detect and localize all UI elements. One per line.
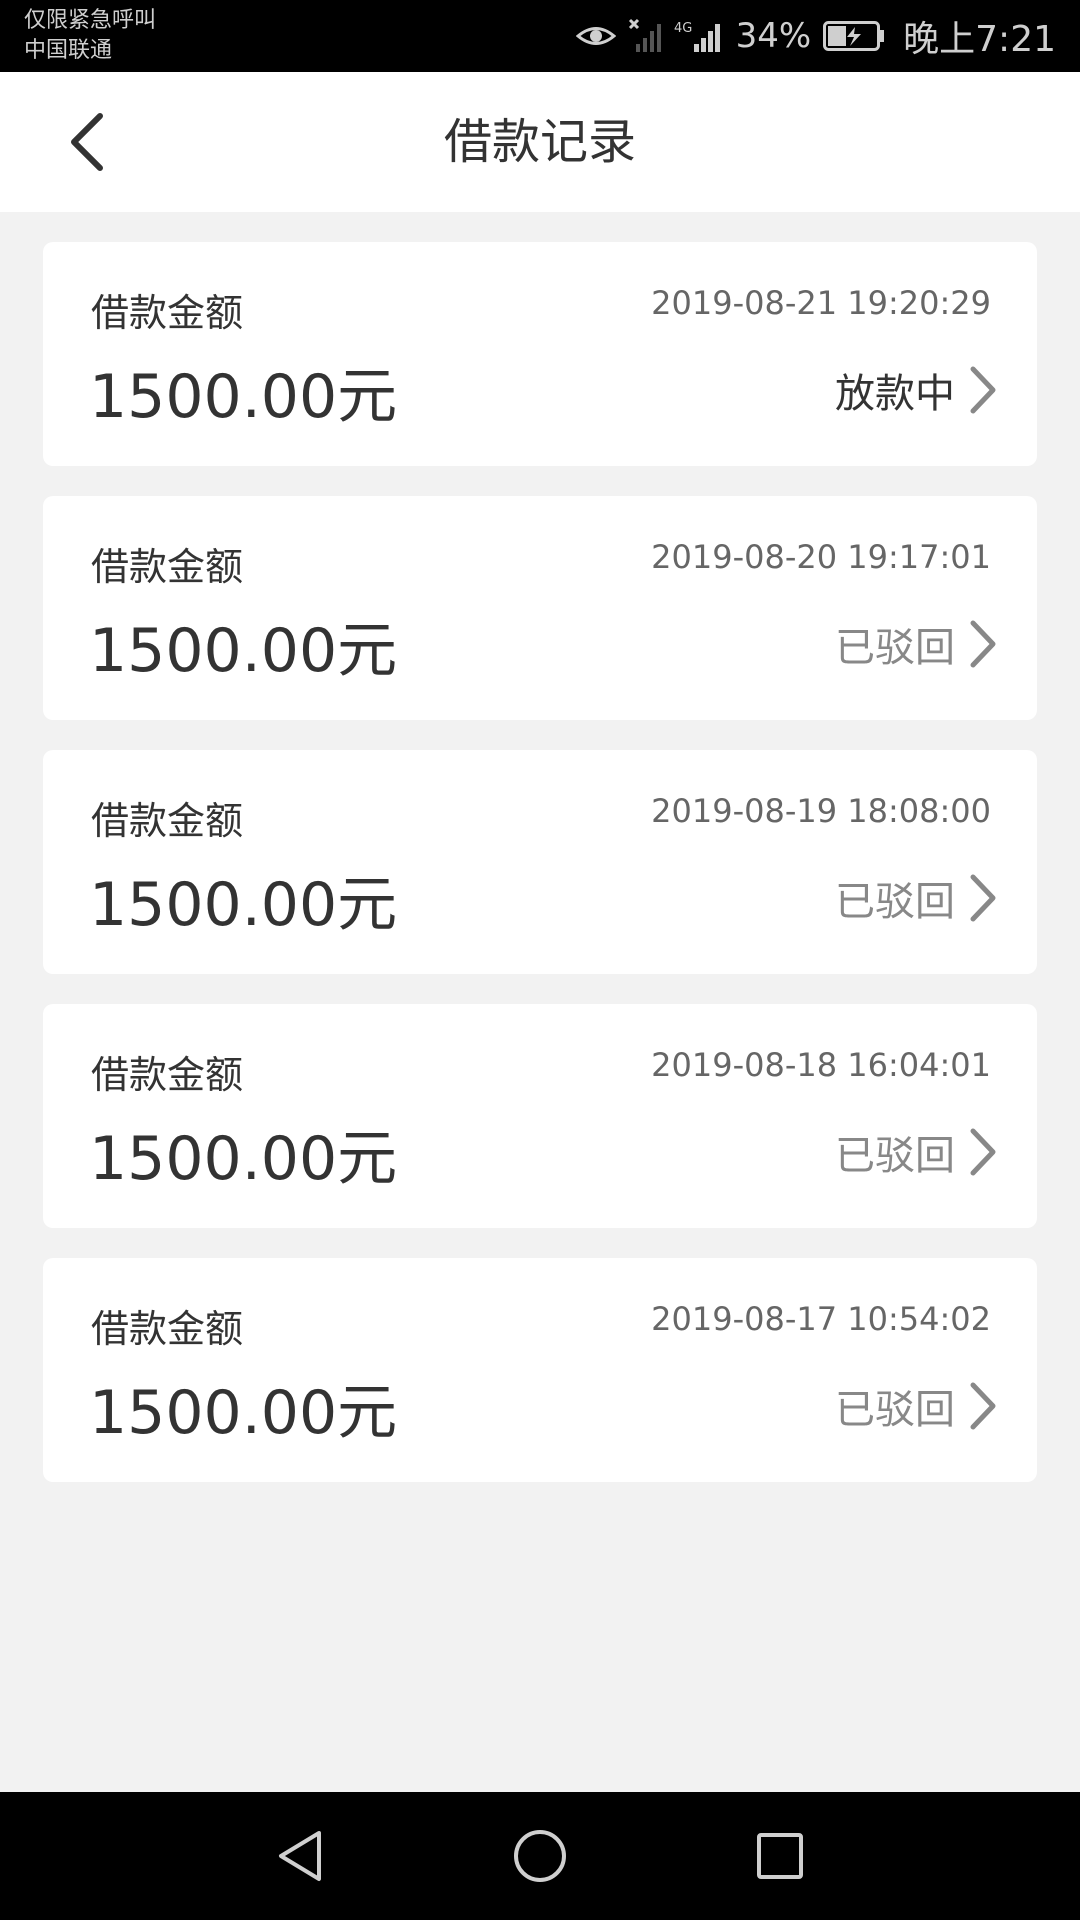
circle-home-icon — [514, 1830, 566, 1882]
signal-4g-icon: 4G — [674, 18, 724, 54]
loan-record-list: 借款金额 2019-08-21 19:20:29 1500.00元 放款中 借款… — [43, 242, 1037, 1512]
svg-text:4G: 4G — [674, 21, 692, 36]
carrier-line-emergency: 仅限紧急呼叫 — [24, 8, 157, 33]
amount-label: 借款金额 — [91, 545, 244, 589]
record-status: 已驳回 — [835, 1387, 955, 1433]
no-signal-icon — [628, 18, 662, 54]
amount-label: 借款金额 — [91, 291, 244, 335]
amount-label: 借款金额 — [91, 1053, 244, 1097]
chevron-right-icon — [970, 1128, 996, 1176]
battery-percent: 34% — [735, 16, 812, 56]
clock: 晚上7:21 — [903, 19, 1056, 60]
carrier-info: 仅限紧急呼叫 中国联通 — [24, 6, 156, 66]
record-status-link[interactable]: 已驳回 — [835, 1122, 997, 1182]
amount-label: 借款金额 — [91, 799, 244, 843]
loan-record-card[interactable]: 借款金额 2019-08-20 19:17:01 1500.00元 已驳回 — [43, 496, 1037, 720]
loan-amount: 1500.00元 — [89, 362, 398, 432]
record-date: 2019-08-19 18:08:00 — [651, 792, 991, 830]
loan-amount: 1500.00元 — [89, 870, 398, 940]
eye-icon — [575, 21, 616, 51]
record-status: 已驳回 — [835, 625, 955, 671]
nav-recents-button[interactable] — [750, 1826, 810, 1886]
chevron-right-icon — [970, 366, 996, 414]
record-status-link[interactable]: 已驳回 — [835, 614, 997, 674]
record-status: 已驳回 — [835, 879, 955, 925]
battery-charging-icon — [823, 21, 885, 51]
record-status-link[interactable]: 已驳回 — [835, 868, 997, 928]
back-button[interactable] — [56, 108, 116, 176]
chevron-right-icon — [970, 1382, 996, 1430]
record-date: 2019-08-21 19:20:29 — [651, 284, 991, 322]
status-icons: 4G 34% 晚上7:21 — [575, 0, 1056, 72]
record-status: 已驳回 — [835, 1133, 955, 1179]
record-status-link[interactable]: 已驳回 — [835, 1376, 997, 1436]
loan-record-card[interactable]: 借款金额 2019-08-21 19:20:29 1500.00元 放款中 — [43, 242, 1037, 466]
amount-label: 借款金额 — [91, 1307, 244, 1351]
status-bar: 仅限紧急呼叫 中国联通 4G 34% 晚上7:21 — [0, 0, 1080, 72]
carrier-line-name: 中国联通 — [24, 38, 113, 63]
loan-amount: 1500.00元 — [89, 1378, 398, 1448]
record-date: 2019-08-17 10:54:02 — [651, 1300, 991, 1338]
record-status: 放款中 — [835, 371, 955, 417]
loan-record-card[interactable]: 借款金额 2019-08-18 16:04:01 1500.00元 已驳回 — [43, 1004, 1037, 1228]
nav-back-button[interactable] — [270, 1826, 330, 1886]
chevron-right-icon — [970, 620, 996, 668]
loan-amount: 1500.00元 — [89, 1124, 398, 1194]
record-status-link[interactable]: 放款中 — [835, 360, 997, 420]
navigation-bar — [0, 1792, 1080, 1920]
app-bar: 借款记录 — [0, 72, 1080, 212]
loan-record-card[interactable]: 借款金额 2019-08-17 10:54:02 1500.00元 已驳回 — [43, 1258, 1037, 1482]
loan-amount: 1500.00元 — [89, 616, 398, 686]
square-recents-icon — [757, 1833, 803, 1879]
chevron-right-icon — [970, 874, 996, 922]
page-title: 借款记录 — [443, 114, 636, 170]
nav-home-button[interactable] — [510, 1826, 570, 1886]
loan-record-card[interactable]: 借款金额 2019-08-19 18:08:00 1500.00元 已驳回 — [43, 750, 1037, 974]
chevron-left-icon — [71, 113, 103, 171]
record-date: 2019-08-20 19:17:01 — [651, 538, 991, 576]
triangle-back-icon — [279, 1831, 321, 1881]
record-date: 2019-08-18 16:04:01 — [651, 1046, 991, 1084]
